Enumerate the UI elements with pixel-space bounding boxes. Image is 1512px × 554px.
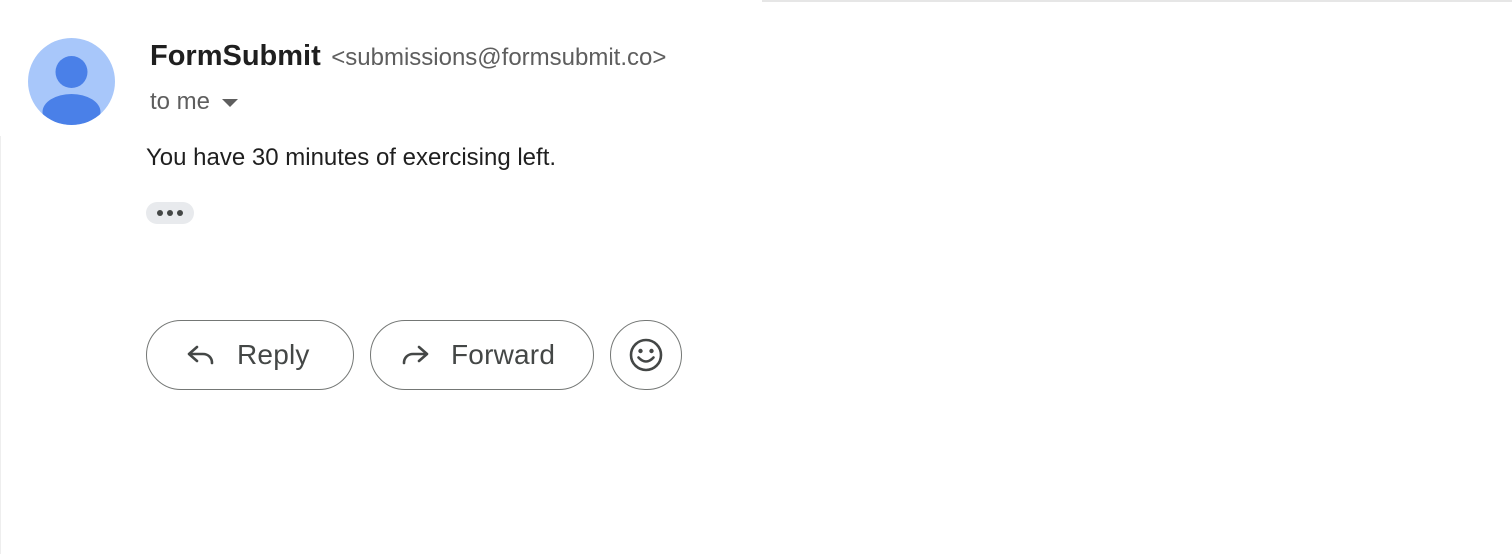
sender-name[interactable]: FormSubmit [150,40,321,72]
more-horizontal-icon [157,210,163,216]
sender-line: FormSubmit <submissions@formsubmit.co> [150,40,666,73]
person-avatar-icon [42,56,101,125]
recipient-details-toggle[interactable]: to me [150,88,239,116]
add-reaction-button[interactable] [610,320,682,390]
more-horizontal-icon [177,210,183,216]
forward-label: Forward [451,339,556,370]
sender-avatar[interactable] [28,38,115,125]
reply-button[interactable]: Reply [146,320,354,390]
reply-arrow-icon [185,339,217,371]
left-edge-divider [0,136,1,554]
more-horizontal-icon [167,210,173,216]
top-divider [762,0,1512,2]
reply-label: Reply [237,339,310,370]
forward-button[interactable]: Forward [370,320,594,390]
recipient-label: to me [150,88,211,115]
message-body: You have 30 minutes of exercising left. [146,144,557,171]
forward-arrow-icon [399,339,431,371]
caret-down-icon [222,99,239,107]
show-trimmed-content-button[interactable] [146,202,194,224]
sender-email: <submissions@formsubmit.co> [331,44,667,71]
emoji-smiley-icon [628,337,664,373]
